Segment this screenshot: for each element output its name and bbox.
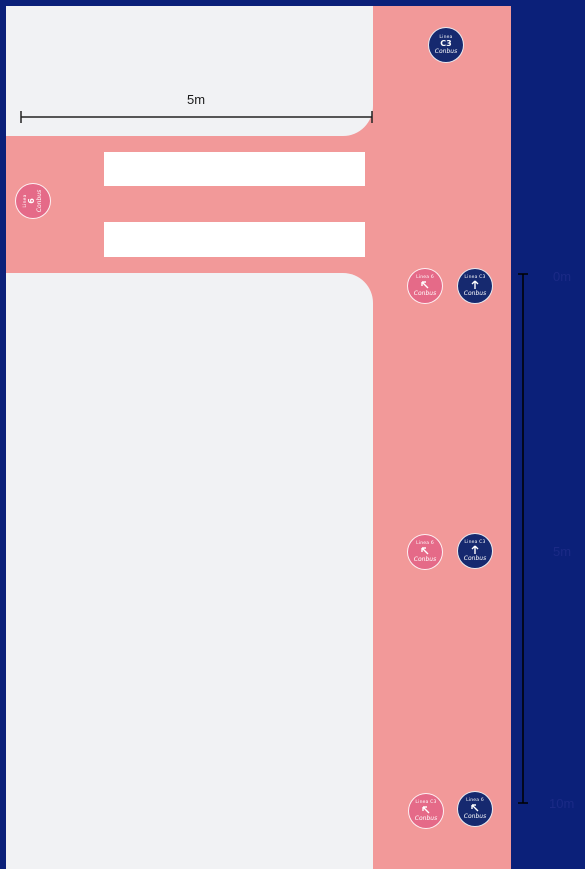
bus-marker-line-c3-row3[interactable]: Linea C3 Conbus bbox=[408, 793, 444, 829]
badge-brand: Conbus bbox=[414, 815, 438, 822]
bus-marker-line-6-row3[interactable]: Linea 6 Conbus bbox=[457, 791, 493, 827]
bus-marker-line-c3-row2[interactable]: Linea C3 Conbus bbox=[457, 533, 493, 569]
arrow-up-left-icon bbox=[421, 547, 429, 555]
arrow-up-icon bbox=[471, 545, 479, 554]
badge-brand: Conbus bbox=[413, 290, 437, 297]
scale-tick-10m: 10m bbox=[549, 796, 575, 811]
bus-marker-line-6-row1[interactable]: Linea 6 Conbus bbox=[407, 268, 443, 304]
bus-marker-line-6-row2[interactable]: Linea 6 Conbus bbox=[407, 534, 443, 570]
bus-marker-line-c3-row1[interactable]: Linea C3 Conbus bbox=[457, 268, 493, 304]
scale-bar bbox=[518, 273, 528, 804]
badge-brand: Conbus bbox=[413, 556, 437, 563]
arrow-up-left-icon bbox=[422, 806, 430, 814]
bus-stop-badge-6[interactable]: Linea 6 Conbus bbox=[15, 183, 51, 219]
scale-tick-5m: 5m bbox=[553, 544, 572, 559]
badge-brand: Conbus bbox=[434, 48, 458, 55]
bus-stop-badge-c3[interactable]: Linea C3 Conbus bbox=[428, 27, 464, 63]
scale-tick-0m: 0m bbox=[553, 269, 572, 284]
badge-line-code: C3 bbox=[440, 39, 452, 48]
badge-brand: Conbus bbox=[463, 813, 487, 820]
badge-brand: Conbus bbox=[463, 555, 487, 562]
badge-brand: Conbus bbox=[463, 290, 487, 297]
arrow-up-icon bbox=[471, 280, 479, 289]
arrow-up-left-icon bbox=[471, 804, 479, 812]
badge-brand: Conbus bbox=[36, 189, 43, 213]
badge-line-code: 6 bbox=[27, 198, 36, 204]
arrow-up-left-icon bbox=[421, 281, 429, 289]
